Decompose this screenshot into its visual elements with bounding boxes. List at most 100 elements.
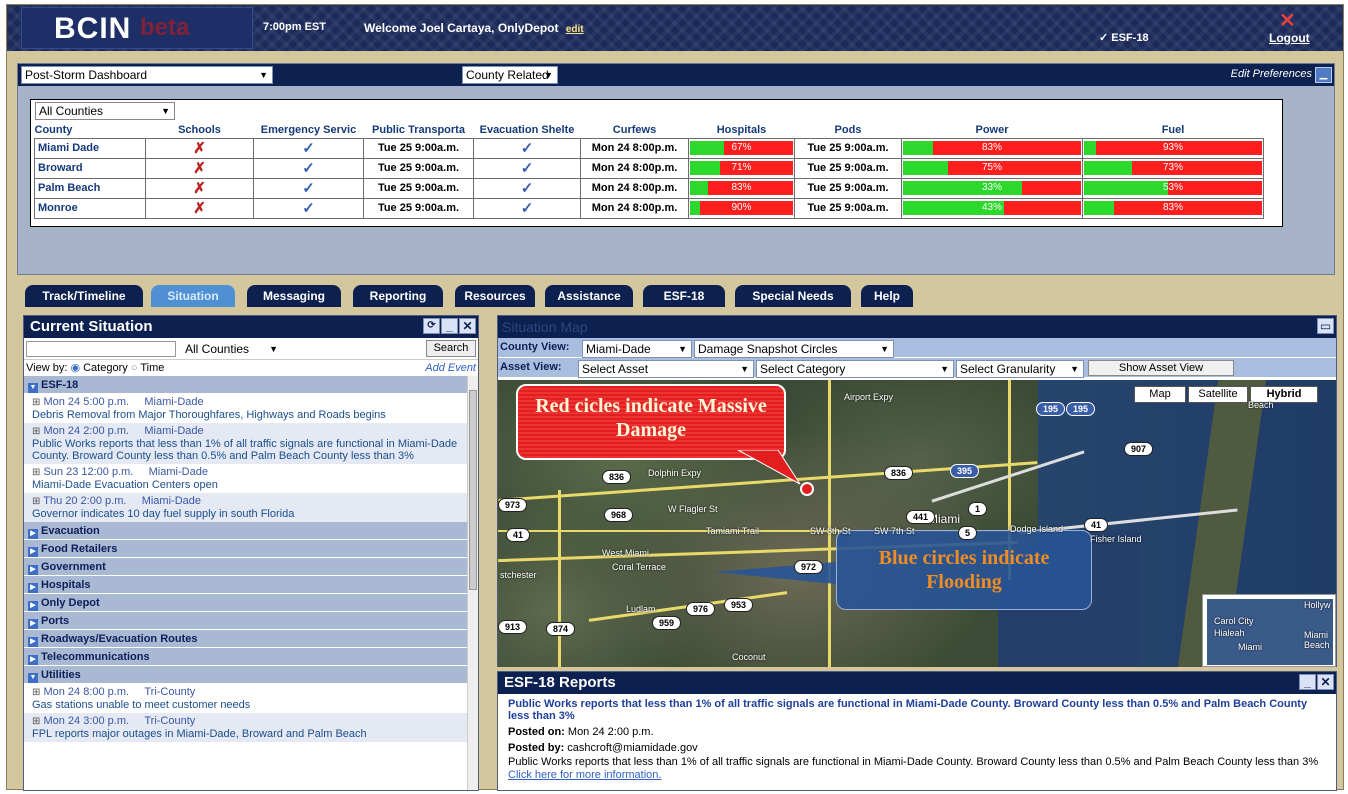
map-label: Airport Expy (844, 392, 894, 402)
category-radio-label[interactable]: Category (83, 362, 128, 374)
entry-text: Gas stations unable to meet customer nee… (32, 699, 251, 711)
report-headline[interactable]: Public Works reports that less than 1% o… (508, 698, 1326, 722)
county-name[interactable]: Palm Beach (38, 182, 100, 194)
search-input[interactable] (26, 341, 176, 357)
category-header[interactable]: ▶ Food Retailers (24, 540, 468, 558)
column-header: Fuel (1161, 123, 1185, 136)
list-item[interactable]: ⊞ Mon 24 5:00 p.m. Miami-Dade Debris Remo… (24, 394, 468, 423)
tab-assistance[interactable]: Assistance (545, 285, 633, 307)
category-header[interactable]: ▶ Telecommunications (24, 648, 468, 666)
edit-preferences-link[interactable]: Edit Preferences (1231, 68, 1312, 80)
welcome-message: Welcome Joel Cartaya, OnlyDepot (364, 21, 559, 35)
add-event-link[interactable]: Add Event (425, 360, 476, 376)
category-header[interactable]: ▶ Ports (24, 612, 468, 630)
minimize-icon[interactable]: ▁ (1315, 67, 1332, 83)
map-type-satellite-button[interactable]: Satellite (1188, 386, 1248, 403)
category-header[interactable]: ▼ Utilities (24, 666, 468, 684)
expand-plus-icon[interactable]: ⊞ (32, 397, 40, 408)
list-item[interactable]: ⊞ Thu 20 2:00 p.m. Miami-Dade Governor in… (24, 493, 468, 522)
list-item[interactable]: ⊞ Mon 24 2:00 p.m. Miami-Dade Public Work… (24, 423, 468, 464)
expand-plus-icon[interactable]: ⊞ (32, 687, 40, 698)
close-icon[interactable]: ✕ (1317, 674, 1334, 690)
maximize-icon[interactable]: ▭ (1317, 318, 1334, 334)
satellite-map[interactable]: Map Satellite Hybrid Red cicles indicate… (498, 380, 1336, 667)
power-progress-bar: 83% (903, 141, 1081, 155)
minimize-icon[interactable]: _ (441, 318, 458, 334)
expand-plus-icon[interactable]: ⊞ (32, 496, 40, 507)
expand-right-icon[interactable]: ▶ (28, 619, 38, 629)
category-header[interactable]: ▶ Only Depot (24, 594, 468, 612)
tab-resources[interactable]: Resources (455, 285, 535, 307)
tab-special-needs[interactable]: Special Needs (735, 285, 851, 307)
minimize-icon[interactable]: _ (1299, 674, 1316, 690)
category-select[interactable]: Select Category ▼ (756, 360, 954, 378)
category-radio-icon[interactable]: ◉ (70, 362, 80, 374)
pods-status: Tue 25 9:00a.m. (807, 162, 889, 174)
highway-shield: 195 (1066, 402, 1096, 416)
refresh-icon[interactable]: ⟳ (423, 318, 440, 334)
expand-down-icon[interactable]: ▼ (28, 383, 38, 393)
tab-help[interactable]: Help (861, 285, 913, 307)
county-view-select[interactable]: Miami-Dade ▼ (582, 340, 692, 358)
category-header[interactable]: ▶ Evacuation (24, 522, 468, 540)
expand-right-icon[interactable]: ▶ (28, 655, 38, 665)
list-item[interactable]: ⊞ Mon 24 8:00 p.m. Tri-County Gas station… (24, 684, 468, 713)
time-radio-icon[interactable]: ○ (131, 362, 138, 374)
list-item[interactable]: ⊞ Sun 23 12:00 p.m. Miami-Dade Miami-Dade… (24, 464, 468, 493)
entry-text: Miami-Dade Evacuation Centers open (32, 479, 218, 491)
county-name[interactable]: Broward (38, 162, 83, 174)
tab-reporting[interactable]: Reporting (353, 285, 443, 307)
expand-down-icon[interactable]: ▼ (28, 673, 38, 683)
asset-select[interactable]: Select Asset ▼ (578, 360, 754, 378)
tab-track-timeline[interactable]: Track/Timeline (25, 285, 143, 307)
county-filter-select[interactable]: All Counties ▼ (35, 102, 175, 120)
expand-plus-icon[interactable]: ⊞ (32, 716, 40, 727)
category-header[interactable]: ▶ Government (24, 558, 468, 576)
show-asset-view-button[interactable]: Show Asset View (1088, 360, 1234, 376)
highway-shield: 874 (546, 622, 576, 636)
category-header[interactable]: ▶ Hospitals (24, 576, 468, 594)
county-row[interactable]: Miami Dade ✗ ✓ Tue 25 9:00a.m. ✓ Mon 24 8:00p… (34, 137, 1264, 159)
snapshot-select[interactable]: Damage Snapshot Circles ▼ (694, 340, 894, 358)
logout-x-icon[interactable]: ✕ (1279, 8, 1296, 33)
dashboard-view-select[interactable]: Post-Storm Dashboard ▼ (21, 66, 273, 84)
edit-profile-link[interactable]: edit (566, 24, 584, 35)
chevron-down-icon: ▼ (940, 364, 949, 374)
county-row[interactable]: Palm Beach ✗ ✓ Tue 25 9:00a.m. ✓ Mon 24 8:00p… (34, 177, 1264, 199)
hospitals-percent: 83% (731, 182, 752, 193)
county-row[interactable]: Broward ✗ ✓ Tue 25 9:00a.m. ✓ Mon 24 8:00p.m.… (34, 157, 1264, 179)
list-item[interactable]: ⊞ Mon 24 3:00 p.m. Tri-County FPL reports… (24, 713, 468, 742)
category-label: Utilities (41, 669, 81, 681)
more-info-link[interactable]: Click here for more information. (508, 769, 1326, 781)
search-button[interactable]: Search (426, 340, 476, 357)
scrollbar-thumb[interactable] (469, 390, 477, 590)
expand-right-icon[interactable]: ▶ (28, 565, 38, 575)
county-name[interactable]: Monroe (38, 202, 78, 214)
tab-messaging[interactable]: Messaging (247, 285, 341, 307)
expand-right-icon[interactable]: ▶ (28, 547, 38, 557)
close-icon[interactable]: ✕ (459, 318, 476, 334)
expand-right-icon[interactable]: ▶ (28, 637, 38, 647)
county-row[interactable]: Monroe ✗ ✓ Tue 25 9:00a.m. ✓ Mon 24 8:00p.m. 9… (34, 197, 1264, 219)
map-type-map-button[interactable]: Map (1134, 386, 1186, 403)
expand-right-icon[interactable]: ▶ (28, 529, 38, 539)
situation-scrollbar[interactable] (467, 376, 478, 790)
expand-plus-icon[interactable]: ⊞ (32, 467, 40, 478)
logout-link[interactable]: Logout (1269, 31, 1310, 45)
situation-county-select[interactable]: All Counties ▼ (182, 341, 282, 359)
tab-esf-18[interactable]: ESF-18 (643, 285, 725, 307)
county-name[interactable]: Miami Dade (38, 142, 99, 154)
time-radio-label[interactable]: Time (140, 362, 164, 374)
category-label: Ports (41, 615, 70, 627)
damage-circle-icon[interactable] (800, 482, 814, 496)
category-header[interactable]: ▼ ESF-18 (24, 376, 468, 394)
hospitals-percent: 90% (731, 202, 752, 213)
expand-plus-icon[interactable]: ⊞ (32, 426, 40, 437)
related-select[interactable]: County Related ▼ (462, 66, 558, 84)
granularity-select[interactable]: Select Granularity ▼ (956, 360, 1084, 378)
expand-right-icon[interactable]: ▶ (28, 601, 38, 611)
entry-time: Mon 24 3:00 p.m. (43, 715, 130, 727)
category-header[interactable]: ▶ Roadways/Evacuation Routes (24, 630, 468, 648)
expand-right-icon[interactable]: ▶ (28, 583, 38, 593)
tab-situation[interactable]: Situation (151, 285, 235, 307)
